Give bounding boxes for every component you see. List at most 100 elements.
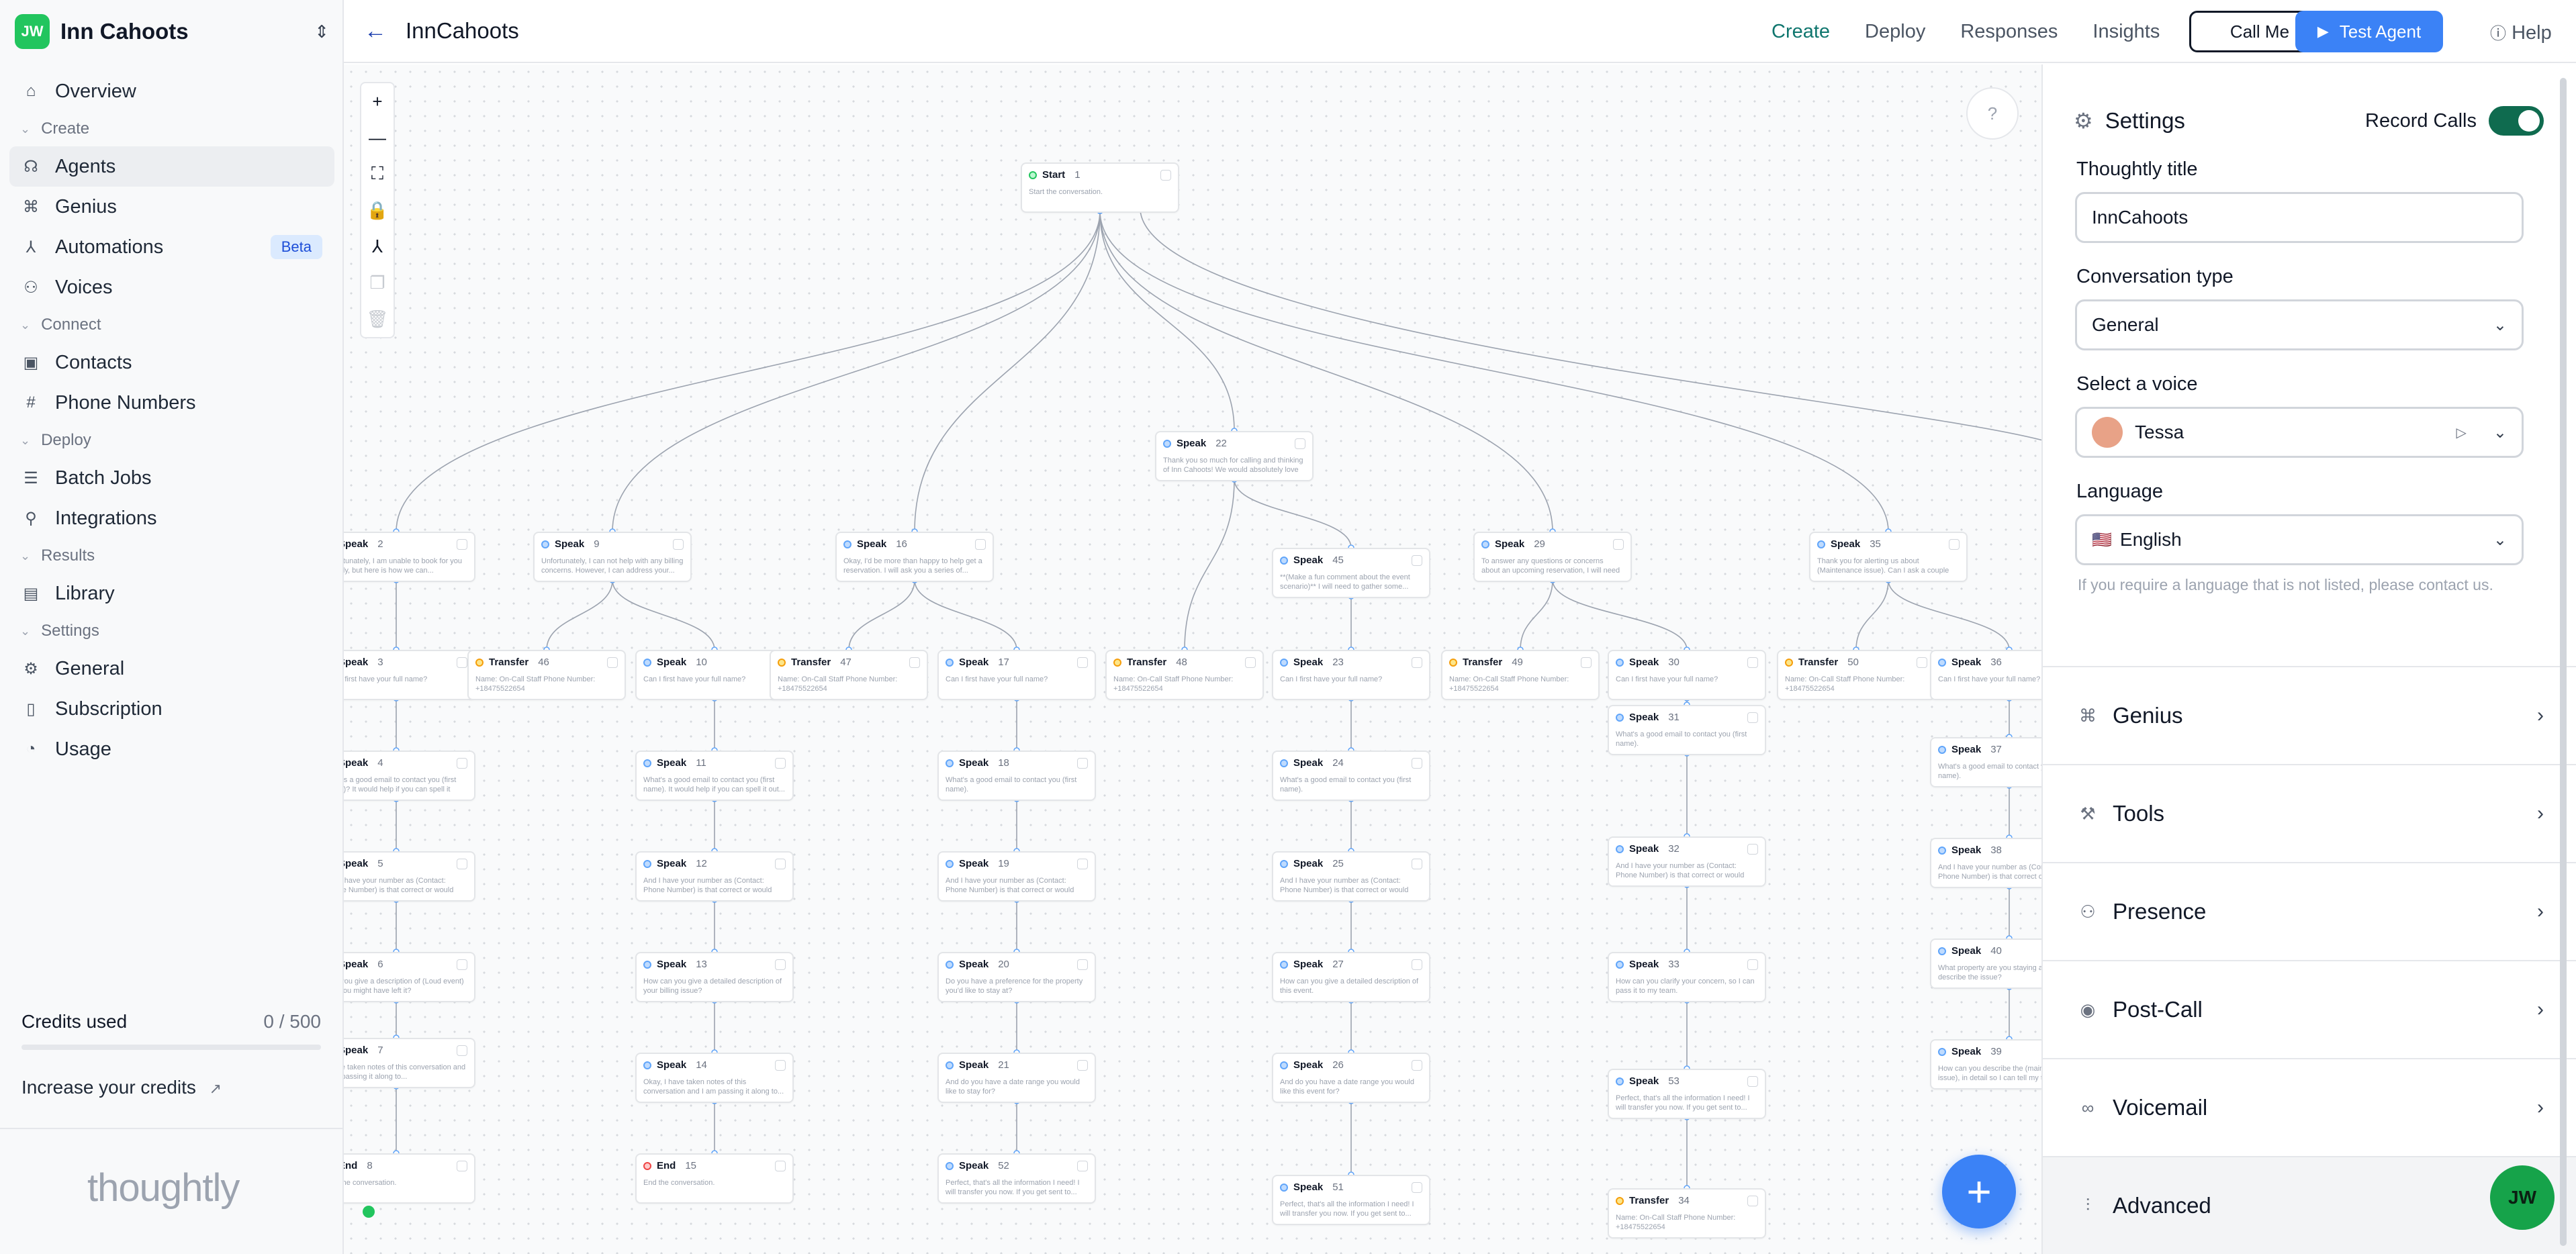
flow-node-transfer[interactable]: Transfer 46 Name: On-Call Staff Phone Numb… [467, 650, 626, 700]
node-menu-icon[interactable] [457, 959, 467, 970]
flow-node-speak[interactable]: Speak 9 Unfortunately, I can not help with… [533, 532, 692, 582]
node-menu-icon[interactable] [457, 858, 467, 869]
section-genius[interactable]: ⌘ Genius › [2043, 666, 2576, 764]
flow-node-speak[interactable]: Speak 26 And do you have a date range you … [1272, 1053, 1430, 1103]
node-menu-icon[interactable] [1747, 959, 1758, 970]
node-menu-icon[interactable] [1412, 959, 1422, 970]
sidebar-item-batch-jobs[interactable]: ☰ Batch Jobs [9, 458, 334, 498]
increase-credits-link[interactable]: Increase your credits ↗ [21, 1077, 222, 1098]
flow-node-speak[interactable]: Speak 35 Thank you for alerting us about (… [1809, 532, 1968, 582]
sidebar-item-overview[interactable]: ⌂ Overview [9, 71, 334, 111]
node-menu-icon[interactable] [1412, 554, 1422, 566]
fit-view-icon[interactable]: ⛶ [361, 156, 394, 192]
node-menu-icon[interactable] [607, 657, 618, 668]
flow-node-speak[interactable]: Speak 13 How can you give a detailed descr… [635, 952, 794, 1002]
node-menu-icon[interactable] [1917, 657, 1927, 668]
flow-node-speak[interactable]: Speak 14 Okay, I have taken notes of this … [635, 1053, 794, 1103]
node-menu-icon[interactable] [457, 657, 467, 668]
sidebar-item-contacts[interactable]: ▣ Contacts [9, 342, 334, 383]
node-menu-icon[interactable] [775, 757, 786, 769]
sidebar-item-genius[interactable]: ⌘ Genius [9, 187, 334, 227]
node-menu-icon[interactable] [1412, 1059, 1422, 1071]
node-menu-icon[interactable] [1160, 169, 1171, 181]
duplicate-icon[interactable]: ❐ [361, 264, 394, 301]
node-menu-icon[interactable] [1077, 1160, 1088, 1171]
flow-node-speak[interactable]: Speak 32 And I have your number as (Contac… [1608, 836, 1766, 887]
flow-node-transfer[interactable]: Transfer 47 Name: On-Call Staff Phone Numb… [770, 650, 928, 700]
flow-node-speak[interactable]: Speak 5 And I have your number as (Contact… [344, 851, 475, 902]
flow-node-speak[interactable]: Speak 45 **(Make a fun comment about the e… [1272, 548, 1430, 598]
node-menu-icon[interactable] [909, 657, 920, 668]
tab-create[interactable]: Create [1772, 21, 1830, 43]
node-menu-icon[interactable] [1245, 657, 1256, 668]
node-menu-icon[interactable] [1747, 1195, 1758, 1206]
node-menu-icon[interactable] [1747, 843, 1758, 855]
flow-node-speak[interactable]: Speak 30 Can I first have your full name? [1608, 650, 1766, 700]
flow-node-transfer[interactable]: Transfer 34 Name: On-Call Staff Phone Numb… [1608, 1188, 1766, 1239]
language-select[interactable]: 🇺🇸 English ⌄ [2075, 514, 2524, 565]
flow-node-speak[interactable]: Speak 22 Thank you so much for calling and… [1155, 431, 1314, 481]
flow-node-speak[interactable]: Speak 23 Can I first have your full name? [1272, 650, 1430, 700]
voice-play-icon[interactable]: ▷ [2456, 424, 2467, 441]
flow-canvas[interactable]: Start 1 Start the conversation. Speak 22 Than… [344, 64, 2041, 1254]
conversation-type-select[interactable]: General ⌄ [2075, 299, 2524, 350]
user-avatar-button[interactable]: JW [2490, 1165, 2555, 1230]
node-menu-icon[interactable] [1747, 712, 1758, 723]
node-menu-icon[interactable] [1077, 757, 1088, 769]
flow-node-speak[interactable]: Speak 33 How can you clarify your concern,… [1608, 952, 1766, 1002]
flow-node-speak[interactable]: Speak 29 To answer any questions or concer… [1473, 532, 1632, 582]
zoom-out-icon[interactable]: — [361, 119, 394, 156]
flow-node-end[interactable]: End 15 End the conversation. [635, 1153, 794, 1204]
node-menu-icon[interactable] [1747, 657, 1758, 668]
flow-node-speak[interactable]: Speak 38 And I have your number as (Contac… [1930, 838, 2041, 888]
flow-node-speak[interactable]: Speak 40 What property are you staying at?… [1930, 938, 2041, 989]
flow-node-speak[interactable]: Speak 17 Can I first have your full name? [937, 650, 1096, 700]
node-menu-icon[interactable] [1412, 657, 1422, 668]
sidebar-item-usage[interactable]: ◔ Usage [9, 729, 334, 769]
nav-section-create[interactable]: ⌄ Create [9, 111, 334, 146]
sidebar-item-integrations[interactable]: ⚲ Integrations [9, 498, 334, 538]
flow-node-speak[interactable]: Speak 24 What's a good email to contact yo… [1272, 751, 1430, 801]
node-menu-icon[interactable] [1581, 657, 1592, 668]
nav-section-settings[interactable]: ⌄ Settings [9, 614, 334, 648]
flow-node-speak[interactable]: Speak 4 What's a good email to contact you… [344, 751, 475, 801]
node-menu-icon[interactable] [775, 1160, 786, 1171]
flow-node-speak[interactable]: Speak 6 Can you give a description of (Lou… [344, 952, 475, 1002]
flow-node-speak[interactable]: Speak 7 I have taken notes of this convers… [344, 1038, 475, 1088]
flow-node-speak[interactable]: Speak 2 Unfortunately, I am unable to book… [344, 532, 475, 582]
flow-node-transfer[interactable]: Transfer 49 Name: On-Call Staff Phone Numb… [1441, 650, 1600, 700]
flow-node-transfer[interactable]: Transfer 50 Name: On-Call Staff Phone Numb… [1777, 650, 1935, 700]
node-menu-icon[interactable] [1412, 1181, 1422, 1193]
nav-section-deploy[interactable]: ⌄ Deploy [9, 423, 334, 458]
test-agent-button[interactable]: ▶ Test Agent [2295, 11, 2443, 52]
node-menu-icon[interactable] [1077, 959, 1088, 970]
flow-node-speak[interactable]: Speak 3 Can I first have your full name? [344, 650, 475, 700]
sidebar-item-phone-numbers[interactable]: # Phone Numbers [9, 383, 334, 423]
zoom-in-icon[interactable]: + [361, 83, 394, 119]
node-menu-icon[interactable] [457, 1045, 467, 1056]
sidebar-item-library[interactable]: ▤ Library [9, 573, 334, 614]
flow-node-speak[interactable]: Speak 37 What's a good email to contact yo… [1930, 737, 2041, 787]
node-menu-icon[interactable] [673, 538, 684, 550]
tab-insights[interactable]: Insights [2092, 21, 2160, 43]
sidebar-item-subscription[interactable]: ▯ Subscription [9, 689, 334, 729]
node-menu-icon[interactable] [775, 858, 786, 869]
flow-node-speak[interactable]: Speak 19 And I have your number as (Contac… [937, 851, 1096, 902]
flow-node-end[interactable]: End 8 End the conversation. [344, 1153, 475, 1204]
back-arrow-icon[interactable]: ← [364, 18, 387, 44]
tab-deploy[interactable]: Deploy [1865, 21, 1925, 43]
flow-node-speak[interactable]: Speak 25 And I have your number as (Contac… [1272, 851, 1430, 902]
node-menu-icon[interactable] [1077, 1059, 1088, 1071]
chevron-updown-icon[interactable]: ⇕ [314, 21, 329, 42]
node-menu-icon[interactable] [975, 538, 986, 550]
flow-node-speak[interactable]: Speak 53 Perfect, that's all the informati… [1608, 1069, 1766, 1119]
node-menu-icon[interactable] [1613, 538, 1624, 550]
flow-node-speak[interactable]: Speak 52 Perfect, that's all the informati… [937, 1153, 1096, 1204]
flow-node-speak[interactable]: Speak 27 How can you give a detailed descr… [1272, 952, 1430, 1002]
flow-node-speak[interactable]: Speak 21 And do you have a date range you … [937, 1053, 1096, 1103]
tab-responses[interactable]: Responses [1960, 21, 2058, 43]
trash-icon[interactable]: 🗑 [361, 301, 394, 337]
add-node-button[interactable]: + [1942, 1155, 2016, 1228]
node-menu-icon[interactable] [457, 757, 467, 769]
node-menu-icon[interactable] [775, 1059, 786, 1071]
